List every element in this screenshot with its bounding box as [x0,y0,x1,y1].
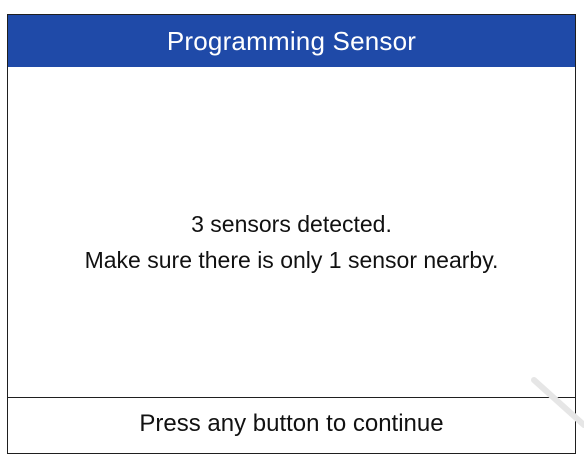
screen-title: Programming Sensor [167,26,416,57]
continue-prompt: Press any button to continue [139,410,443,438]
screen-header: Programming Sensor [8,15,575,67]
sensor-count-message: 3 sensors detected. [191,207,392,243]
sensor-warning-message: Make sure there is only 1 sensor nearby. [85,243,499,279]
message-area: 3 sensors detected. Make sure there is o… [8,67,575,397]
device-screen: Programming Sensor 3 sensors detected. M… [7,14,576,454]
continue-prompt-bar[interactable]: Press any button to continue [8,397,575,454]
